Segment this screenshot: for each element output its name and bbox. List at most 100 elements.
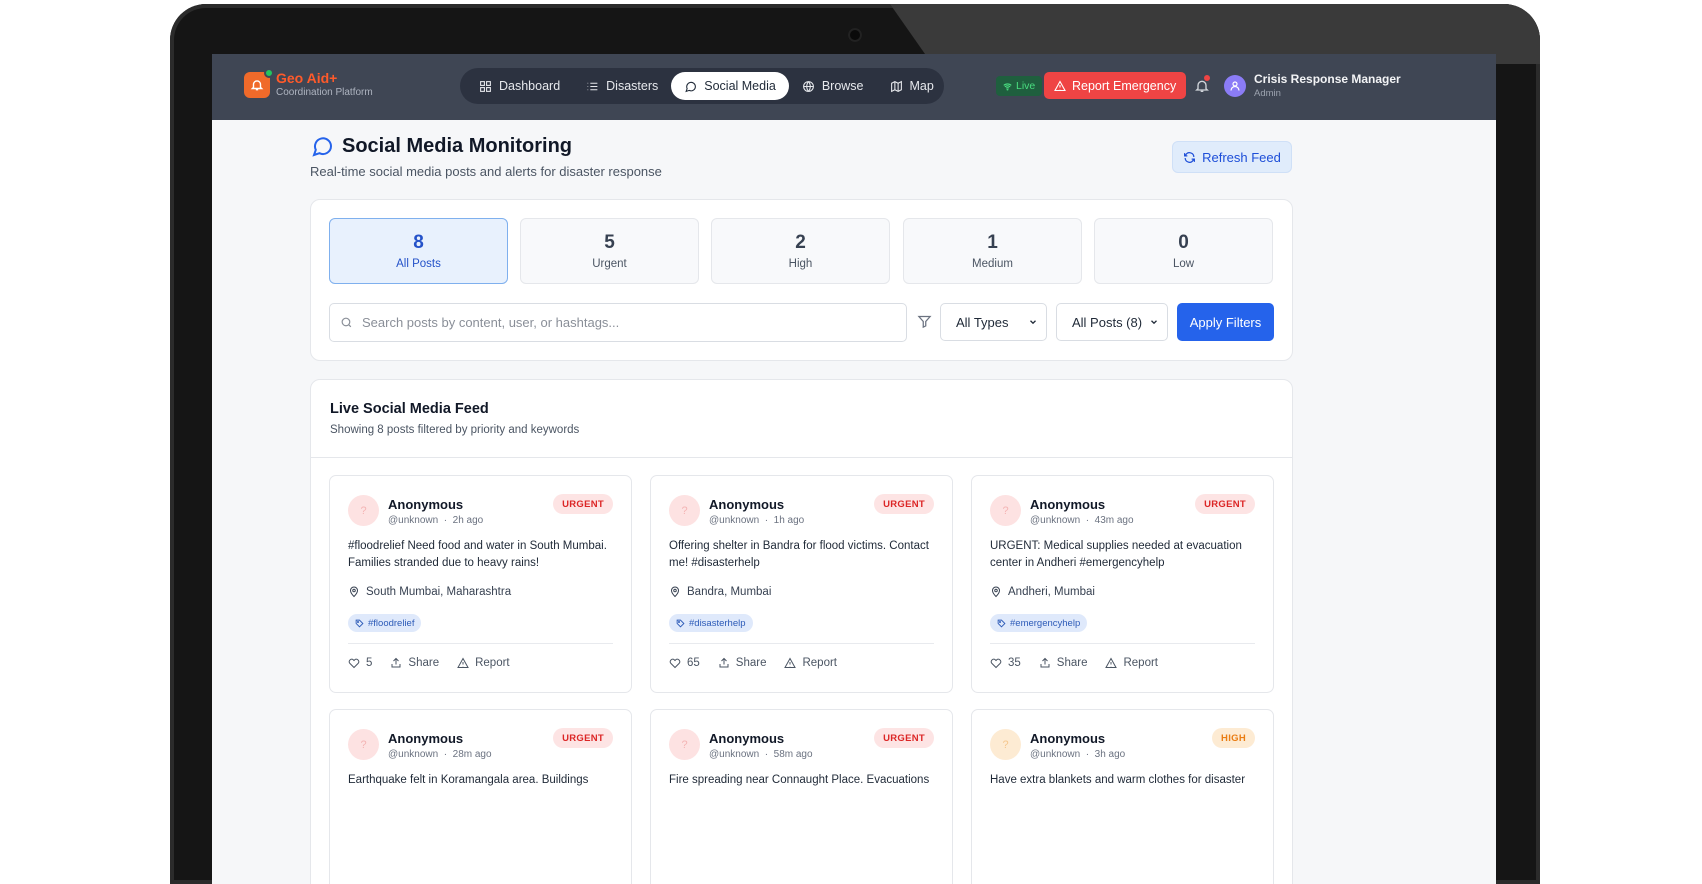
share-icon bbox=[719, 657, 729, 668]
post-card[interactable]: ? Anonymous @unknown · 28m ago URGENT Ea… bbox=[329, 709, 632, 884]
post-text: URGENT: Medical supplies needed at evacu… bbox=[990, 540, 1242, 569]
camera bbox=[848, 28, 862, 42]
tag-icon bbox=[355, 619, 364, 628]
brand[interactable]: Geo Aid+ Coordination Platform bbox=[244, 67, 373, 98]
alert-bell-logo-icon bbox=[244, 67, 274, 98]
post-actions: 65 Share Report bbox=[669, 657, 855, 669]
post-time: 2h ago bbox=[452, 515, 484, 526]
post-handle: @unknown bbox=[388, 515, 439, 526]
hashtag-text: #emergencyhelp bbox=[1010, 617, 1081, 629]
report-button[interactable]: Report bbox=[457, 657, 510, 669]
chevron-down-icon bbox=[1030, 320, 1036, 325]
post-user: Anonymous bbox=[709, 731, 785, 746]
post-meta: @unknown · 58m ago bbox=[709, 749, 813, 760]
search-icon bbox=[341, 317, 352, 328]
post-text: #floodrelief Need food and water in Sout… bbox=[348, 540, 607, 569]
feed-divider bbox=[311, 457, 1292, 458]
user-name: Crisis Response Manager bbox=[1254, 72, 1401, 86]
post-user: Anonymous bbox=[388, 497, 464, 512]
type-select[interactable]: All Types bbox=[940, 303, 1047, 341]
chat-bubble-icon bbox=[312, 137, 333, 157]
user-menu[interactable]: Crisis Response Manager Admin bbox=[1224, 72, 1401, 99]
search-box bbox=[329, 303, 907, 342]
feed-title: Live Social Media Feed bbox=[330, 401, 489, 417]
chevron-down-icon bbox=[1151, 320, 1157, 325]
post-card[interactable]: ? Anonymous @unknown · 43m ago URGENT UR… bbox=[971, 475, 1274, 693]
post-divider bbox=[669, 643, 934, 644]
report-button[interactable]: Report bbox=[784, 657, 837, 669]
filter-card: 8 All Posts 5 Urgent 2 High 1 Medium 0 L… bbox=[310, 199, 1293, 361]
stat-medium[interactable]: 1 Medium bbox=[903, 218, 1082, 284]
share-icon bbox=[391, 657, 401, 668]
filter-funnel-icon[interactable] bbox=[917, 314, 932, 329]
live-status-badge: Live bbox=[996, 76, 1043, 96]
wifi-icon bbox=[1003, 82, 1012, 90]
post-location-text: Bandra, Mumbai bbox=[687, 586, 772, 598]
share-button[interactable]: Share bbox=[390, 657, 439, 669]
nav-item-social-media[interactable]: Social Media bbox=[671, 72, 789, 100]
apply-filters-button[interactable]: Apply Filters bbox=[1177, 303, 1274, 341]
page-title: Social Media Monitoring bbox=[310, 134, 572, 158]
stat-label: Medium bbox=[972, 258, 1013, 270]
online-status-dot bbox=[264, 67, 274, 78]
post-text: Earthquake felt in Koramangala area. Bui… bbox=[348, 774, 589, 786]
post-meta: @unknown · 1h ago bbox=[709, 515, 805, 526]
map-pin-icon bbox=[991, 586, 1001, 598]
priority-badge: URGENT bbox=[553, 494, 613, 514]
post-location-text: Andheri, Mumbai bbox=[1008, 586, 1095, 598]
post-meta: @unknown · 43m ago bbox=[1030, 515, 1134, 526]
main-nav: Dashboard Disasters Social Media Browse … bbox=[460, 68, 944, 104]
post-location: South Mumbai, Maharashtra bbox=[348, 586, 511, 598]
post-handle: @unknown bbox=[1030, 515, 1081, 526]
grid-icon bbox=[480, 80, 491, 92]
warning-triangle-icon bbox=[784, 657, 797, 668]
nav-item-browse[interactable]: Browse bbox=[789, 72, 877, 100]
stat-urgent[interactable]: 5 Urgent bbox=[520, 218, 699, 284]
stat-low[interactable]: 0 Low bbox=[1094, 218, 1273, 284]
tag-icon bbox=[997, 619, 1006, 628]
share-button[interactable]: Share bbox=[1039, 657, 1088, 669]
priority-badge: URGENT bbox=[874, 728, 934, 748]
post-time: 28m ago bbox=[452, 749, 492, 760]
nav-label: Map bbox=[909, 79, 934, 93]
nav-label: Dashboard bbox=[499, 79, 561, 93]
stat-high[interactable]: 2 High bbox=[711, 218, 890, 284]
priority-badge: HIGH bbox=[1212, 728, 1255, 748]
post-meta: @unknown · 2h ago bbox=[388, 515, 484, 526]
post-avatar: ? bbox=[990, 495, 1021, 526]
post-handle: @unknown bbox=[709, 515, 760, 526]
nav-item-disasters[interactable]: Disasters bbox=[573, 72, 671, 100]
report-label: Report bbox=[802, 657, 838, 669]
post-location: Bandra, Mumbai bbox=[669, 586, 771, 598]
stat-count: 0 bbox=[1178, 232, 1189, 253]
share-button[interactable]: Share bbox=[718, 657, 766, 669]
stat-label: Low bbox=[1172, 258, 1195, 270]
report-emergency-button[interactable]: Report Emergency bbox=[1044, 72, 1187, 99]
post-card[interactable]: ? Anonymous @unknown · 58m ago URGENT Fi… bbox=[650, 709, 953, 884]
like-button[interactable]: 65 bbox=[669, 657, 700, 669]
stat-label: High bbox=[788, 258, 813, 270]
hashtag-chip[interactable]: #floodrelief bbox=[348, 614, 422, 632]
post-text: Have extra blankets and warm clothes for… bbox=[990, 774, 1246, 786]
hashtag-chip[interactable]: #emergencyhelp bbox=[990, 614, 1088, 632]
stat-all-posts[interactable]: 8 All Posts bbox=[329, 218, 508, 284]
report-button[interactable]: Report bbox=[1105, 657, 1158, 669]
like-button[interactable]: 35 bbox=[990, 657, 1021, 669]
like-button[interactable]: 5 bbox=[348, 657, 372, 669]
nav-item-map[interactable]: Map bbox=[877, 72, 947, 100]
post-card[interactable]: ? Anonymous @unknown · 2h ago URGENT #fl… bbox=[329, 475, 632, 693]
refresh-feed-button[interactable]: Refresh Feed bbox=[1172, 141, 1292, 173]
page-subtitle: Real-time social media posts and alerts … bbox=[310, 164, 662, 179]
hashtag-text: #disasterhelp bbox=[689, 617, 746, 629]
search-input[interactable] bbox=[362, 315, 882, 330]
post-card[interactable]: ? Anonymous @unknown · 3h ago HIGH Have … bbox=[971, 709, 1274, 884]
share-label: Share bbox=[1056, 657, 1088, 669]
post-handle: @unknown bbox=[1030, 749, 1081, 760]
post-card[interactable]: ? Anonymous @unknown · 1h ago URGENT Off… bbox=[650, 475, 953, 693]
hashtag-chip[interactable]: #disasterhelp bbox=[669, 614, 753, 632]
posts-select[interactable]: All Posts (8) bbox=[1056, 303, 1168, 341]
stat-label: Urgent bbox=[592, 258, 627, 270]
top-navbar: Geo Aid+ Coordination Platform Dashboard… bbox=[212, 54, 1496, 120]
nav-item-dashboard[interactable]: Dashboard bbox=[466, 72, 573, 100]
post-avatar: ? bbox=[348, 495, 379, 526]
